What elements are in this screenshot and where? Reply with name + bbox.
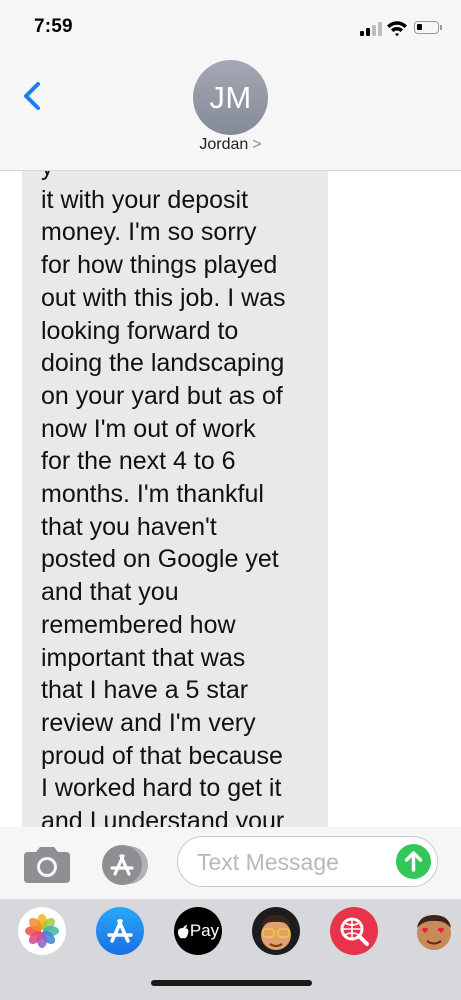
app-store-icon xyxy=(102,845,148,885)
battery-level xyxy=(417,24,423,30)
message-line: important that was xyxy=(41,643,246,672)
photos-icon xyxy=(25,914,59,948)
message-line: posted on Google yet xyxy=(41,545,279,574)
contact-name-button[interactable]: Jordan > xyxy=(0,136,461,154)
app-store-icon xyxy=(107,919,133,943)
memoji-app-button[interactable] xyxy=(252,907,300,955)
home-indicator[interactable] xyxy=(151,980,312,986)
apple-pay-button[interactable]: Pay xyxy=(174,907,222,955)
message-line: months. I'm thankful xyxy=(41,480,264,509)
message-line: that I have a 5 star xyxy=(41,676,249,705)
message-composer: Text Message xyxy=(0,827,461,899)
photos-app-button[interactable] xyxy=(18,907,66,955)
web-search-app-button[interactable] xyxy=(330,907,378,955)
camera-button[interactable] xyxy=(22,845,72,885)
message-line: for how things played xyxy=(41,251,278,280)
message-line: that you haven't xyxy=(41,512,217,541)
app-store-button[interactable] xyxy=(100,844,150,886)
conversation-header: JM Jordan > xyxy=(0,56,461,171)
back-button[interactable] xyxy=(18,76,48,116)
message-line: I worked hard to get it xyxy=(41,774,282,803)
animoji-icon xyxy=(417,915,451,950)
message-text: yit with your deposit money. I'm so sorry… xyxy=(41,171,341,827)
camera-icon xyxy=(24,847,70,883)
message-line: it with your deposit xyxy=(41,185,249,214)
animoji-app-button[interactable] xyxy=(408,907,456,955)
message-line: review and I'm very xyxy=(41,708,256,737)
wifi-icon xyxy=(386,19,408,37)
contact-avatar[interactable]: JM xyxy=(193,60,268,135)
message-line: remembered how xyxy=(41,610,236,639)
chevron-right-icon: > xyxy=(252,136,262,153)
app-store-app-button[interactable] xyxy=(96,907,144,955)
message-line: doing the landscaping xyxy=(41,349,285,378)
contact-name: Jordan xyxy=(199,136,249,153)
message-line: looking forward to xyxy=(41,316,239,345)
memoji-icon xyxy=(261,915,291,950)
send-button[interactable] xyxy=(396,844,431,879)
message-line: and that you xyxy=(41,578,179,607)
message-line: proud of that because xyxy=(41,741,283,770)
message-thread[interactable]: yit with your deposit money. I'm so sorry… xyxy=(0,171,461,827)
message-line: and I understand your xyxy=(41,807,285,827)
battery-icon xyxy=(414,21,442,34)
apple-pay-icon: Pay xyxy=(177,921,219,941)
message-line: out with this job. I was xyxy=(41,283,286,312)
message-line: y xyxy=(41,171,341,184)
message-line: money. I'm so sorry xyxy=(41,218,257,247)
status-time: 7:59 xyxy=(34,16,73,37)
message-input[interactable]: Text Message xyxy=(177,836,438,887)
status-bar: 7:59 xyxy=(0,0,461,56)
cellular-signal-icon xyxy=(360,22,382,36)
web-search-icon xyxy=(340,917,369,946)
message-input-placeholder: Text Message xyxy=(197,849,339,875)
chevron-left-icon xyxy=(24,82,40,110)
send-arrow-icon xyxy=(404,851,423,872)
message-line: for the next 4 to 6 xyxy=(41,447,236,476)
message-line: on your yard but as of xyxy=(41,381,283,410)
received-message-bubble[interactable]: yit with your depositmoney. I'm so sorry… xyxy=(22,171,328,827)
apple-pay-label: Pay xyxy=(189,921,220,940)
message-line: now I'm out of work xyxy=(41,414,256,443)
